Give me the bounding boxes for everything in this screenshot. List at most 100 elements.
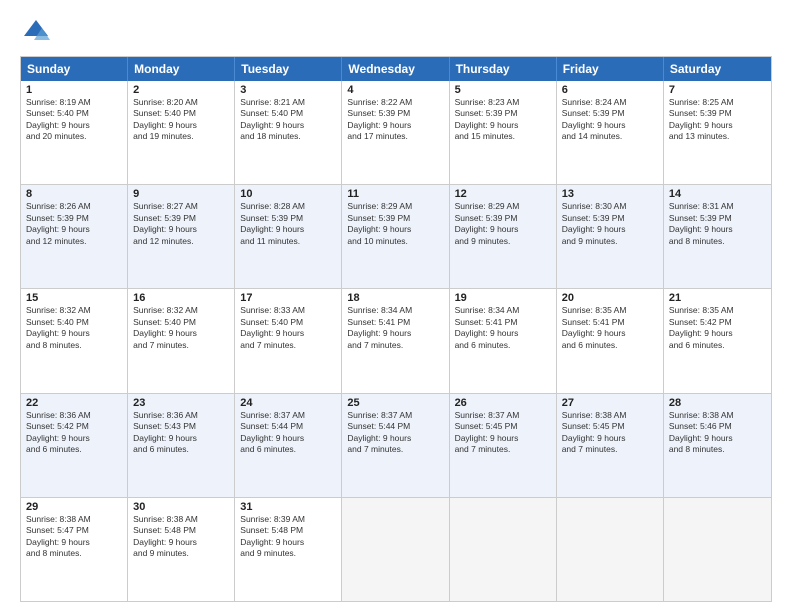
cal-cell <box>557 498 664 601</box>
daylight-label: Daylight: 9 hours <box>562 224 626 234</box>
daylight-duration: and 9 minutes. <box>240 548 296 558</box>
cal-cell: 7Sunrise: 8:25 AMSunset: 5:39 PMDaylight… <box>664 81 771 184</box>
sunset-text: Sunset: 5:39 PM <box>562 213 625 223</box>
day-info: Sunrise: 8:19 AMSunset: 5:40 PMDaylight:… <box>26 97 122 143</box>
daylight-label: Daylight: 9 hours <box>455 433 519 443</box>
daylight-duration: and 17 minutes. <box>347 131 407 141</box>
sunset-text: Sunset: 5:39 PM <box>26 213 89 223</box>
day-number: 31 <box>240 501 336 513</box>
cal-cell: 30Sunrise: 8:38 AMSunset: 5:48 PMDayligh… <box>128 498 235 601</box>
cal-cell: 5Sunrise: 8:23 AMSunset: 5:39 PMDaylight… <box>450 81 557 184</box>
day-number: 30 <box>133 501 229 513</box>
sunset-text: Sunset: 5:43 PM <box>133 421 196 431</box>
sunset-text: Sunset: 5:41 PM <box>455 317 518 327</box>
cal-cell: 10Sunrise: 8:28 AMSunset: 5:39 PMDayligh… <box>235 185 342 288</box>
sunrise-text: Sunrise: 8:38 AM <box>669 410 734 420</box>
day-number: 8 <box>26 188 122 200</box>
day-info: Sunrise: 8:38 AMSunset: 5:47 PMDaylight:… <box>26 514 122 560</box>
day-number: 18 <box>347 292 443 304</box>
daylight-label: Daylight: 9 hours <box>347 433 411 443</box>
sunrise-text: Sunrise: 8:36 AM <box>26 410 91 420</box>
calendar: SundayMondayTuesdayWednesdayThursdayFrid… <box>20 56 772 602</box>
daylight-label: Daylight: 9 hours <box>347 328 411 338</box>
day-info: Sunrise: 8:38 AMSunset: 5:48 PMDaylight:… <box>133 514 229 560</box>
sunrise-text: Sunrise: 8:29 AM <box>347 201 412 211</box>
cal-cell <box>664 498 771 601</box>
daylight-duration: and 20 minutes. <box>26 131 86 141</box>
cal-header-monday: Monday <box>128 57 235 81</box>
day-number: 17 <box>240 292 336 304</box>
sunset-text: Sunset: 5:39 PM <box>347 213 410 223</box>
day-info: Sunrise: 8:29 AM Sunset: 5:39 PMDaylight:… <box>347 201 443 247</box>
daylight-duration: and 6 minutes. <box>562 340 618 350</box>
cal-cell: 17Sunrise: 8:33 AMSunset: 5:40 PMDayligh… <box>235 289 342 392</box>
cal-week-2: 8Sunrise: 8:26 AMSunset: 5:39 PMDaylight… <box>21 184 771 288</box>
cal-cell: 31Sunrise: 8:39 AMSunset: 5:48 PMDayligh… <box>235 498 342 601</box>
sunrise-text: Sunrise: 8:19 AM <box>26 97 91 107</box>
sunset-text: Sunset: 5:48 PM <box>240 525 303 535</box>
cal-cell: 8Sunrise: 8:26 AMSunset: 5:39 PMDaylight… <box>21 185 128 288</box>
sunrise-text: Sunrise: 8:28 AM <box>240 201 305 211</box>
sunset-text: Sunset: 5:45 PM <box>455 421 518 431</box>
daylight-label: Daylight: 9 hours <box>240 224 304 234</box>
cal-cell: 19Sunrise: 8:34 AMSunset: 5:41 PMDayligh… <box>450 289 557 392</box>
daylight-label: Daylight: 9 hours <box>133 224 197 234</box>
sunset-text: Sunset: 5:42 PM <box>26 421 89 431</box>
daylight-duration: and 8 minutes. <box>26 548 82 558</box>
cal-cell <box>342 498 449 601</box>
day-info: Sunrise: 8:29 AMSunset: 5:39 PMDaylight:… <box>455 201 551 247</box>
cal-cell: 4Sunrise: 8:22 AMSunset: 5:39 PMDaylight… <box>342 81 449 184</box>
daylight-label: Daylight: 9 hours <box>669 224 733 234</box>
sunset-text: Sunset: 5:39 PM <box>240 213 303 223</box>
calendar-header-row: SundayMondayTuesdayWednesdayThursdayFrid… <box>21 57 771 81</box>
sunset-text: Sunset: 5:40 PM <box>26 108 89 118</box>
day-info: Sunrise: 8:32 AMSunset: 5:40 PMDaylight:… <box>26 305 122 351</box>
daylight-label: Daylight: 9 hours <box>240 433 304 443</box>
sunset-text: Sunset: 5:44 PM <box>347 421 410 431</box>
cal-cell: 25Sunrise: 8:37 AMSunset: 5:44 PM Dayligh… <box>342 394 449 497</box>
day-number: 25 <box>347 397 443 409</box>
cal-week-5: 29Sunrise: 8:38 AMSunset: 5:47 PMDayligh… <box>21 497 771 601</box>
daylight-label: Daylight: 9 hours <box>347 120 411 130</box>
day-info: Sunrise: 8:31 AMSunset: 5:39 PMDaylight:… <box>669 201 766 247</box>
day-number: 27 <box>562 397 658 409</box>
day-info: Sunrise: 8:38 AMSunset: 5:46 PMDaylight:… <box>669 410 766 456</box>
sunrise-text: Sunrise: 8:25 AM <box>669 97 734 107</box>
sunrise-text: Sunrise: 8:26 AM <box>26 201 91 211</box>
day-info: Sunrise: 8:36 AMSunset: 5:43 PMDaylight:… <box>133 410 229 456</box>
cal-cell: 22Sunrise: 8:36 AMSunset: 5:42 PMDayligh… <box>21 394 128 497</box>
sunrise-text: Sunrise: 8:32 AM <box>26 305 91 315</box>
day-info: Sunrise: 8:36 AMSunset: 5:42 PMDaylight:… <box>26 410 122 456</box>
page: SundayMondayTuesdayWednesdayThursdayFrid… <box>0 0 792 612</box>
cal-cell: 13Sunrise: 8:30 AMSunset: 5:39 PMDayligh… <box>557 185 664 288</box>
cal-week-3: 15Sunrise: 8:32 AMSunset: 5:40 PMDayligh… <box>21 288 771 392</box>
day-number: 14 <box>669 188 766 200</box>
sunrise-text: Sunrise: 8:37 AM <box>347 410 412 420</box>
cal-cell: 12Sunrise: 8:29 AMSunset: 5:39 PMDayligh… <box>450 185 557 288</box>
sunset-text: Sunset: 5:39 PM <box>133 213 196 223</box>
daylight-label: Daylight: 9 hours <box>669 433 733 443</box>
sunset-text: Sunset: 5:39 PM <box>347 108 410 118</box>
daylight-duration: and 11 minutes. <box>240 236 300 246</box>
cal-cell: 23Sunrise: 8:36 AMSunset: 5:43 PMDayligh… <box>128 394 235 497</box>
day-info: Sunrise: 8:34 AMSunset: 5:41 PMDaylight:… <box>347 305 443 351</box>
cal-cell: 15Sunrise: 8:32 AMSunset: 5:40 PMDayligh… <box>21 289 128 392</box>
daylight-label: Daylight: 9 hours <box>347 224 411 234</box>
sunrise-text: Sunrise: 8:34 AM <box>455 305 520 315</box>
cal-header-saturday: Saturday <box>664 57 771 81</box>
daylight-label: Daylight: 9 hours <box>133 328 197 338</box>
day-info: Sunrise: 8:34 AMSunset: 5:41 PMDaylight:… <box>455 305 551 351</box>
sunrise-text: Sunrise: 8:38 AM <box>133 514 198 524</box>
day-number: 26 <box>455 397 551 409</box>
day-info: Sunrise: 8:25 AMSunset: 5:39 PMDaylight:… <box>669 97 766 143</box>
logo-icon <box>20 16 52 48</box>
cal-cell: 21Sunrise: 8:35 AMSunset: 5:42 PMDayligh… <box>664 289 771 392</box>
sunset-text: Sunset: 5:39 PM <box>455 108 518 118</box>
daylight-label: Daylight: 9 hours <box>669 328 733 338</box>
daylight-label: Daylight: 9 hours <box>562 433 626 443</box>
daylight-label: Daylight: 9 hours <box>240 120 304 130</box>
daylight-duration: and 8 minutes. <box>669 444 725 454</box>
sunset-text: Sunset: 5:44 PM <box>240 421 303 431</box>
day-number: 22 <box>26 397 122 409</box>
cal-cell <box>450 498 557 601</box>
